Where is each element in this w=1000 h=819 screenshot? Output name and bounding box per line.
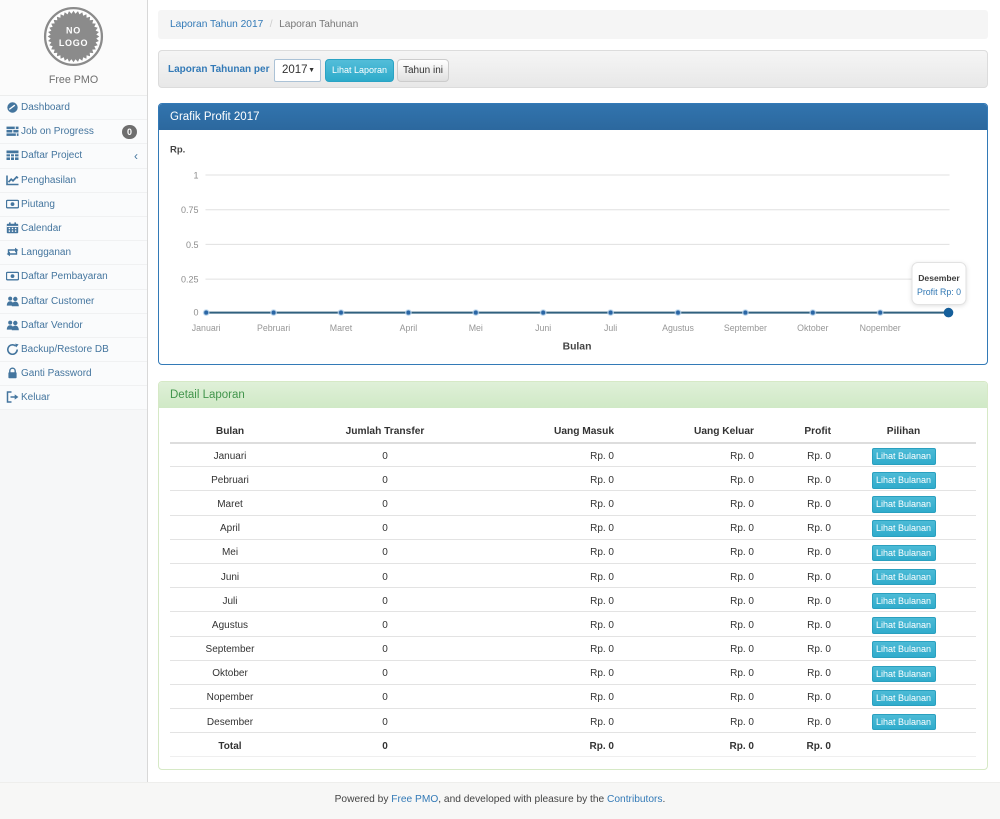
svg-text:Pebruari: Pebruari bbox=[257, 323, 290, 333]
svg-text:0.5: 0.5 bbox=[186, 240, 199, 250]
svg-text:Januari: Januari bbox=[192, 323, 221, 333]
svg-text:Profit Rp: 0: Profit Rp: 0 bbox=[917, 287, 961, 297]
svg-text:Mei: Mei bbox=[469, 323, 483, 333]
svg-text:Nopember: Nopember bbox=[860, 323, 901, 333]
svg-text:April: April bbox=[400, 323, 418, 333]
svg-text:September: September bbox=[724, 323, 767, 333]
svg-text:0.75: 0.75 bbox=[181, 205, 199, 215]
svg-text:0.25: 0.25 bbox=[181, 275, 199, 285]
svg-text:Rp.: Rp. bbox=[170, 145, 185, 156]
svg-text:Juli: Juli bbox=[604, 323, 617, 333]
svg-text:Maret: Maret bbox=[330, 323, 353, 333]
svg-text:NO: NO bbox=[66, 26, 81, 36]
svg-text:Oktober: Oktober bbox=[797, 323, 828, 333]
svg-text:0: 0 bbox=[193, 308, 198, 318]
svg-text:Bulan: Bulan bbox=[563, 342, 592, 353]
svg-text:Agustus: Agustus bbox=[662, 323, 694, 333]
svg-text:1: 1 bbox=[193, 171, 198, 181]
svg-text:LOGO: LOGO bbox=[59, 38, 88, 48]
svg-text:Desember: Desember bbox=[918, 273, 960, 283]
svg-text:Juni: Juni bbox=[535, 323, 551, 333]
